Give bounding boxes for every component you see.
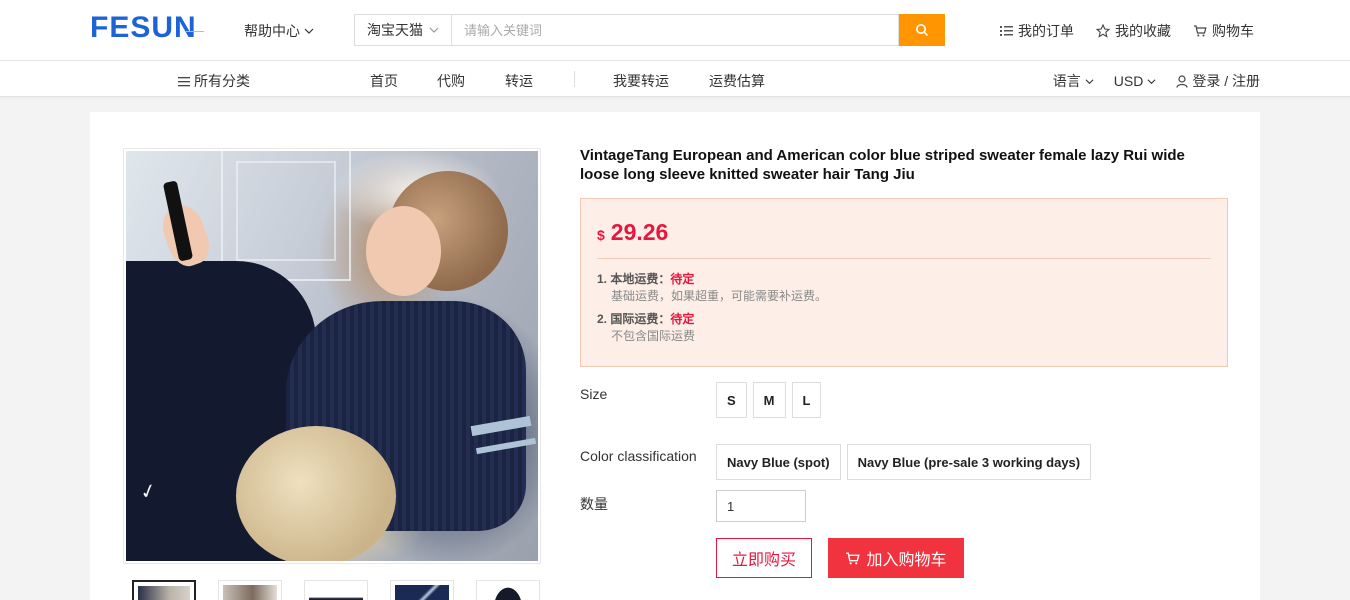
color-row: Color classification Navy Blue (spot) Na… — [580, 444, 1092, 480]
intl-shipping-line: 2. 国际运费： 待定 — [597, 311, 1211, 328]
price-box: $ 29.26 1. 本地运费： 待定 基础运费，如果超重，可能需要补运费。 2… — [580, 198, 1228, 367]
add-to-cart-button[interactable]: 加入购物车 — [828, 538, 964, 578]
size-option-s[interactable]: S — [716, 382, 747, 418]
cart-icon — [1194, 25, 1207, 37]
search-button[interactable] — [899, 14, 945, 46]
nav-item-shipping-estimate[interactable]: 运费估算 — [709, 71, 765, 91]
intl-shipping-note: 不包含国际运费 — [611, 329, 696, 343]
buy-now-button[interactable]: 立即购买 — [716, 538, 812, 578]
search-bar: 淘宝天猫 — [354, 14, 945, 46]
local-shipping-line: 1. 本地运费： 待定 — [597, 271, 1211, 288]
product-photo: ✓ — [126, 151, 538, 561]
thumbnail-image — [481, 585, 535, 600]
nav-divider — [574, 71, 575, 87]
size-option-l[interactable]: L — [791, 382, 822, 418]
size-options: S M L — [716, 382, 822, 418]
chevron-down-icon — [304, 28, 314, 34]
nav-right: 语言 USD 登录 / 注册 — [1053, 71, 1260, 91]
local-shipping-note: 基础运费，如果超重，可能需要补运费。 — [611, 289, 828, 303]
product-main-image[interactable]: ✓ — [123, 148, 541, 564]
add-to-cart-label: 加入购物车 — [866, 552, 947, 569]
menu-icon — [178, 76, 190, 86]
top-header: FESUN 帮助中心 淘宝天猫 我的订单 我的收藏 购物车 — [0, 0, 1350, 61]
language-dropdown[interactable]: 语言 — [1053, 71, 1094, 91]
help-center-label: 帮助中心 — [244, 23, 300, 39]
language-label: 语言 — [1052, 73, 1081, 89]
nav-bar: 所有分类 首页 代购 转运 我要转运 运费估算 语言 USD 登录 / 注册 — [0, 61, 1350, 97]
login-register-link[interactable]: 登录 / 注册 — [1176, 71, 1260, 91]
nav-item-home[interactable]: 首页 — [370, 71, 398, 91]
price-currency: $ — [597, 227, 605, 243]
shipping-info: 1. 本地运费： 待定 基础运费，如果超重，可能需要补运费。 2. 国际运费： … — [597, 271, 1211, 345]
product-panel: ✓ VintageTang European and American colo… — [90, 112, 1260, 600]
help-center-dropdown[interactable]: 帮助中心 — [244, 21, 314, 41]
my-favorites-link[interactable]: 我的收藏 — [1096, 21, 1171, 41]
thumbnail-image — [223, 585, 277, 600]
currency-dropdown[interactable]: USD — [1114, 71, 1157, 91]
color-label: Color classification — [580, 448, 697, 464]
nav-item-purchasing[interactable]: 代购 — [437, 71, 465, 91]
thumbnail-image — [309, 585, 363, 600]
product-info: VintageTang European and American color … — [580, 146, 1228, 578]
all-categories-menu[interactable]: 所有分类 — [178, 71, 250, 91]
top-links: 我的订单 我的收藏 购物车 — [1000, 21, 1254, 41]
product-title: VintageTang European and American color … — [580, 147, 1185, 183]
size-row: Size S M L — [580, 382, 822, 418]
intl-shipping-status: 待定 — [670, 312, 695, 326]
quantity-row: 数量 — [580, 490, 806, 522]
currency-label: USD — [1113, 73, 1144, 89]
color-option-spot[interactable]: Navy Blue (spot) — [716, 444, 841, 480]
chevron-down-icon — [1147, 78, 1156, 84]
photo-door-inset — [236, 161, 336, 261]
nav-item-forwarding[interactable]: 转运 — [505, 71, 533, 91]
star-icon — [1096, 24, 1110, 38]
photo-face — [366, 206, 441, 296]
search-source-select[interactable]: 淘宝天猫 — [354, 14, 451, 46]
thumbnail[interactable] — [476, 580, 540, 600]
list-icon — [1000, 26, 1013, 36]
quantity-label: 数量 — [580, 496, 608, 512]
quantity-input[interactable] — [716, 490, 806, 522]
thumbnail[interactable] — [304, 580, 368, 600]
color-options: Navy Blue (spot) Navy Blue (pre-sale 3 w… — [716, 444, 1092, 480]
search-source-value: 淘宝天猫 — [367, 22, 423, 38]
user-icon — [1176, 74, 1188, 88]
photo-pillow — [236, 426, 396, 561]
local-shipping-status: 待定 — [670, 272, 695, 286]
local-shipping-label: 1. 本地运费： — [597, 272, 671, 286]
cart-label: 购物车 — [1212, 23, 1254, 39]
thumbnail[interactable] — [132, 580, 196, 600]
price-value: 29.26 — [610, 219, 669, 245]
login-register-label: 登录 / 注册 — [1192, 73, 1260, 89]
size-option-m[interactable]: M — [752, 382, 786, 418]
cart-icon — [846, 551, 861, 564]
thumbnail-strip — [132, 580, 540, 600]
logo-divider — [186, 31, 204, 32]
my-orders-label: 我的订单 — [1018, 23, 1074, 39]
search-input[interactable] — [451, 14, 899, 46]
thumbnail[interactable] — [390, 580, 454, 600]
thumbnail-image — [395, 585, 449, 600]
cart-link[interactable]: 购物车 — [1193, 21, 1254, 41]
nav-item-ship-now[interactable]: 我要转运 — [613, 71, 669, 91]
price-row: $ 29.26 — [597, 219, 1211, 259]
size-label: Size — [580, 386, 608, 402]
logo[interactable]: FESUN — [90, 11, 197, 45]
my-orders-link[interactable]: 我的订单 — [1000, 21, 1074, 41]
chevron-down-icon — [1085, 78, 1094, 84]
chevron-down-icon — [429, 27, 439, 33]
my-favorites-label: 我的收藏 — [1115, 23, 1171, 39]
intl-shipping-label: 2. 国际运费： — [597, 312, 671, 326]
thumbnail[interactable] — [218, 580, 282, 600]
search-icon — [916, 24, 929, 37]
all-categories-label: 所有分类 — [194, 73, 250, 89]
color-option-presale[interactable]: Navy Blue (pre-sale 3 working days) — [846, 444, 1092, 480]
thumbnail-image — [138, 586, 190, 600]
